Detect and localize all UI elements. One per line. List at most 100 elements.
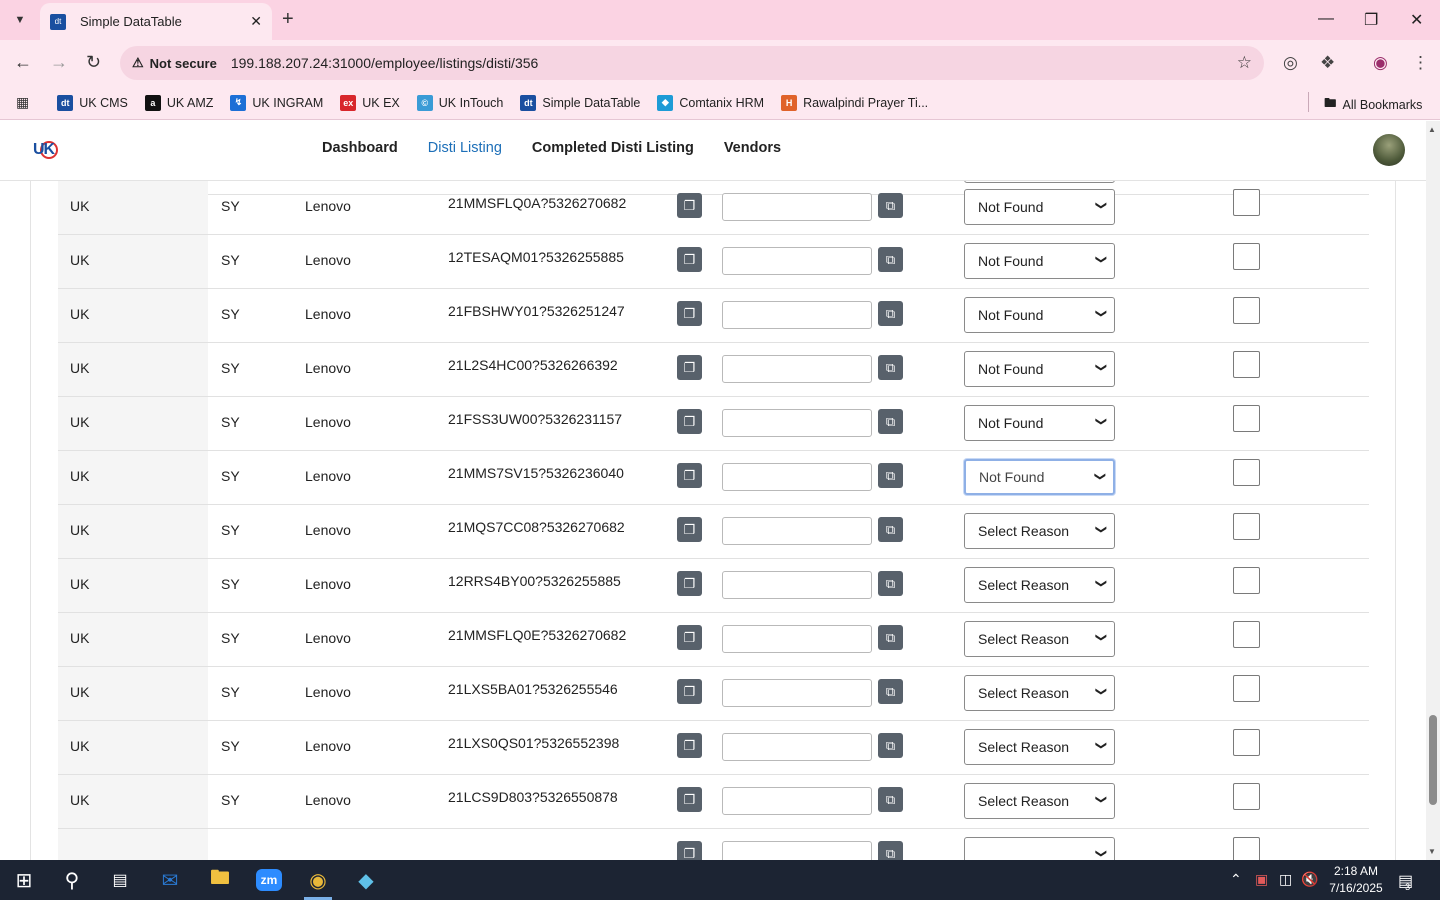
bookmark-item[interactable]: dt Simple DataTable bbox=[520, 94, 640, 111]
volume-muted-icon[interactable]: 🔇 bbox=[1301, 871, 1318, 888]
start-windows-icon[interactable]: ⊞ bbox=[0, 860, 48, 900]
link-input[interactable] bbox=[722, 733, 872, 761]
row-checkbox[interactable] bbox=[1233, 243, 1260, 270]
bookmark-item[interactable]: ex UK EX bbox=[340, 94, 400, 111]
translate-icon[interactable]: ◎ bbox=[1283, 53, 1298, 73]
reason-select[interactable]: Select Reason ❯ bbox=[964, 567, 1115, 603]
row-checkbox[interactable] bbox=[1233, 783, 1260, 810]
chrome-icon[interactable]: ◉ bbox=[294, 860, 342, 900]
url-text[interactable]: 199.188.207.24:31000/employee/listings/d… bbox=[231, 55, 1237, 71]
paste-button[interactable]: ⧉ bbox=[878, 787, 903, 812]
copy-mpn-button[interactable]: ❐ bbox=[677, 409, 702, 434]
reason-select[interactable]: Not Found ❯ bbox=[964, 459, 1115, 495]
link-input[interactable] bbox=[722, 463, 872, 491]
window-close-icon[interactable]: ✕ bbox=[1410, 10, 1423, 30]
extensions-icon[interactable]: ❖ bbox=[1320, 53, 1335, 73]
reason-select[interactable]: Not Found ❯ bbox=[964, 405, 1115, 441]
copy-mpn-button[interactable]: ❐ bbox=[677, 733, 702, 758]
user-avatar[interactable] bbox=[1373, 134, 1405, 166]
page-scrollbar[interactable]: ▲ ▼ bbox=[1426, 121, 1440, 860]
paste-button[interactable]: ⧉ bbox=[878, 301, 903, 326]
tab-simple-datatable[interactable]: dt Simple DataTable ✕ bbox=[40, 3, 272, 40]
nav-link-dashboard[interactable]: Dashboard bbox=[322, 140, 398, 156]
link-input[interactable] bbox=[722, 355, 872, 383]
copy-mpn-button[interactable]: ❐ bbox=[677, 787, 702, 812]
nav-link-disti-listing[interactable]: Disti Listing bbox=[428, 140, 502, 156]
reason-select[interactable]: Select Reason ❯ bbox=[964, 729, 1115, 765]
bookmark-item[interactable]: ↯ UK INGRAM bbox=[230, 94, 323, 111]
tab-search-dropdown-icon[interactable]: ▼ bbox=[6, 6, 34, 34]
bookmark-item[interactable]: dt UK CMS bbox=[57, 94, 128, 111]
row-checkbox[interactable] bbox=[1233, 567, 1260, 594]
paste-button[interactable]: ⧉ bbox=[878, 679, 903, 704]
bookmark-item[interactable]: © UK InTouch bbox=[416, 94, 503, 111]
link-input[interactable] bbox=[722, 787, 872, 815]
tray-chevron-icon[interactable]: ⌃ bbox=[1230, 871, 1242, 888]
scrollbar-thumb[interactable] bbox=[1429, 715, 1437, 805]
task-view-icon[interactable]: ▤ bbox=[96, 860, 144, 900]
row-checkbox[interactable] bbox=[1233, 405, 1260, 432]
paste-button[interactable]: ⧉ bbox=[878, 733, 903, 758]
address-bar[interactable]: ⚠ Not secure 199.188.207.24:31000/employ… bbox=[120, 46, 1264, 80]
paste-button[interactable]: ⧉ bbox=[878, 571, 903, 596]
copy-mpn-button[interactable]: ❐ bbox=[677, 517, 702, 542]
paste-button[interactable]: ⧉ bbox=[878, 193, 903, 218]
restore-icon[interactable]: ❐ bbox=[1364, 10, 1378, 30]
link-input[interactable] bbox=[722, 571, 872, 599]
copy-mpn-button[interactable]: ❐ bbox=[677, 625, 702, 650]
paste-button[interactable]: ⧉ bbox=[878, 841, 903, 860]
uk-logo[interactable]: UK bbox=[32, 139, 58, 163]
notifications-icon[interactable]: ▤3 bbox=[1398, 871, 1418, 892]
reason-select[interactable]: ❯ bbox=[964, 837, 1115, 860]
paste-button[interactable]: ⧉ bbox=[878, 625, 903, 650]
network-icon[interactable]: ◫ bbox=[1279, 871, 1292, 888]
back-icon[interactable]: ← bbox=[14, 52, 32, 73]
row-checkbox[interactable] bbox=[1233, 837, 1260, 860]
bookmark-item[interactable]: H Rawalpindi Prayer Ti... bbox=[781, 94, 928, 111]
link-input[interactable] bbox=[722, 679, 872, 707]
reason-select[interactable]: Select Reason ❯ bbox=[964, 621, 1115, 657]
link-input[interactable] bbox=[722, 841, 872, 860]
all-bookmarks[interactable]: 🖿 All Bookmarks bbox=[1324, 94, 1422, 115]
paste-button[interactable]: ⧉ bbox=[878, 247, 903, 272]
row-checkbox[interactable] bbox=[1233, 513, 1260, 540]
paste-button[interactable]: ⧉ bbox=[878, 409, 903, 434]
copy-mpn-button[interactable]: ❐ bbox=[677, 679, 702, 704]
row-checkbox[interactable] bbox=[1233, 621, 1260, 648]
paste-button[interactable]: ⧉ bbox=[878, 517, 903, 542]
copy-mpn-button[interactable]: ❐ bbox=[677, 193, 702, 218]
system-clock[interactable]: 2:18 AM 7/16/2025 bbox=[1326, 863, 1386, 897]
reason-select[interactable]: Not Found ❯ bbox=[964, 243, 1115, 279]
menu-kebab-icon[interactable]: ⋮ bbox=[1412, 53, 1429, 73]
reason-select[interactable]: Select Reason ❯ bbox=[964, 513, 1115, 549]
reason-select[interactable]: Select Reason ❯ bbox=[964, 783, 1115, 819]
bookmark-item[interactable]: a UK AMZ bbox=[144, 94, 213, 111]
apps-grid-icon[interactable]: ▦ bbox=[16, 94, 29, 111]
paste-button[interactable]: ⧉ bbox=[878, 355, 903, 380]
paste-button[interactable]: ⧉ bbox=[878, 463, 903, 488]
link-input[interactable] bbox=[722, 301, 872, 329]
reload-icon[interactable]: ↻ bbox=[86, 52, 101, 73]
app-diamond-icon[interactable]: ◆ bbox=[342, 860, 390, 900]
new-tab-icon[interactable]: + bbox=[282, 8, 294, 31]
tray-security-icon[interactable]: ▣ bbox=[1255, 871, 1268, 888]
scroll-down-icon[interactable]: ▼ bbox=[1428, 847, 1436, 856]
not-secure-badge[interactable]: ⚠ Not secure bbox=[132, 55, 217, 71]
row-checkbox[interactable] bbox=[1233, 351, 1260, 378]
zoom-icon[interactable]: zm bbox=[245, 860, 293, 900]
link-input[interactable] bbox=[722, 247, 872, 275]
link-input[interactable] bbox=[722, 193, 872, 221]
profile-icon[interactable]: ◉ bbox=[1373, 53, 1388, 73]
forward-icon[interactable]: → bbox=[50, 52, 68, 73]
reason-select[interactable]: Not Found ❯ bbox=[964, 189, 1115, 225]
copy-mpn-button[interactable]: ❐ bbox=[677, 571, 702, 596]
row-checkbox[interactable] bbox=[1233, 675, 1260, 702]
reason-select[interactable]: Not Found ❯ bbox=[964, 351, 1115, 387]
scroll-up-icon[interactable]: ▲ bbox=[1428, 125, 1436, 134]
minimize-icon[interactable]: — bbox=[1318, 10, 1334, 28]
nav-link-vendors[interactable]: Vendors bbox=[724, 140, 781, 156]
copy-mpn-button[interactable]: ❐ bbox=[677, 301, 702, 326]
copy-mpn-button[interactable]: ❐ bbox=[677, 355, 702, 380]
copy-mpn-button[interactable]: ❐ bbox=[677, 247, 702, 272]
nav-link-completed-disti-listing[interactable]: Completed Disti Listing bbox=[532, 140, 694, 156]
